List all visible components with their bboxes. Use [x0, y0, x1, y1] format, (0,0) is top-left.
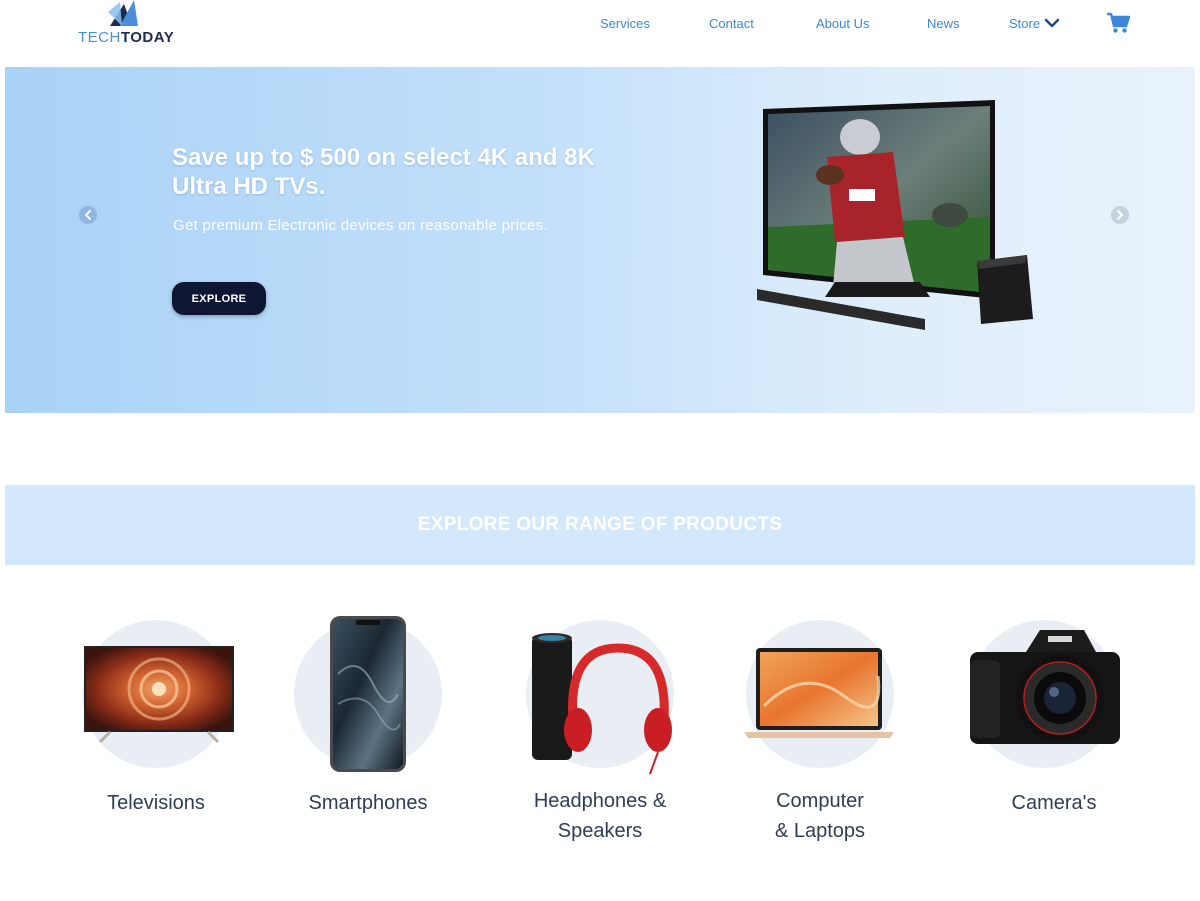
hero-subtitle: Get premium Electronic devices on reason… — [173, 217, 548, 234]
category-label: Camera's — [1011, 792, 1097, 814]
nav-link-about-us[interactable]: About Us — [816, 16, 869, 31]
chevron-right-icon — [1117, 210, 1123, 220]
explore-button[interactable]: EXPLORE — [172, 282, 266, 315]
category-label-line2: & Laptops — [774, 820, 866, 842]
category-cameras[interactable]: Camera's — [944, 610, 1164, 850]
chevron-down-icon — [1044, 18, 1060, 28]
tv-promo-image — [757, 100, 1033, 330]
category-headphones-speakers[interactable]: Headphones & Speakers — [490, 610, 710, 850]
category-label: Smartphones — [308, 792, 428, 814]
category-televisions[interactable]: Televisions — [46, 610, 266, 850]
nav-link-news[interactable]: News — [927, 16, 960, 31]
nav-link-services[interactable]: Services — [600, 16, 650, 31]
category-label-line1: Computer — [776, 790, 864, 812]
chevron-left-icon — [85, 210, 91, 220]
nav-link-contact[interactable]: Contact — [709, 16, 754, 31]
hero-carousel: Save up to $ 500 on select 4K and 8K Ult… — [5, 67, 1195, 413]
range-title: EXPLORE OUR RANGE OF PRODUCTS — [417, 514, 783, 535]
nav-link-store[interactable]: Store — [1009, 16, 1060, 31]
television-image — [84, 646, 234, 744]
category-label-line1: Headphones & — [533, 790, 667, 812]
laptop-image — [744, 648, 894, 738]
category-label-line2: Speakers — [557, 820, 643, 842]
range-banner: EXPLORE OUR RANGE OF PRODUCTS — [5, 485, 1195, 565]
category-computer-laptops[interactable]: Computer & Laptops — [710, 610, 930, 850]
carousel-next-button[interactable] — [1111, 206, 1129, 224]
hero-title: Save up to $ 500 on select 4K and 8K Ult… — [172, 144, 595, 200]
camera-image — [970, 630, 1120, 744]
carousel-prev-button[interactable] — [79, 206, 97, 224]
shopping-cart-icon[interactable] — [1106, 12, 1130, 34]
category-smartphones[interactable]: Smartphones — [258, 610, 478, 850]
category-label: Televisions — [107, 792, 205, 814]
smartphone-image — [330, 616, 406, 772]
headphones-speaker-image — [532, 633, 672, 775]
main-nav: Services Contact About Us News Store — [0, 16, 1200, 36]
nav-store-label: Store — [1009, 16, 1041, 31]
